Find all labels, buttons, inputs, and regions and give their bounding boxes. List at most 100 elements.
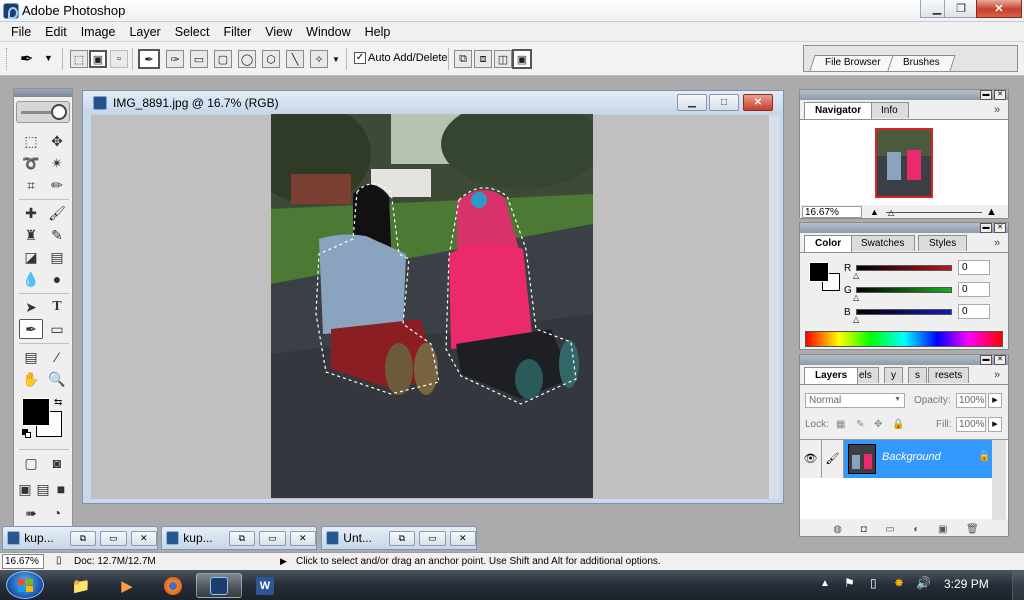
- close-icon[interactable]: ✕: [130, 530, 158, 546]
- tab-actions[interactable]: s: [908, 367, 927, 383]
- tab-info[interactable]: Info: [870, 102, 909, 118]
- healing-brush-icon[interactable]: ✚: [19, 203, 43, 223]
- zoom-tool-icon[interactable]: 🔍: [45, 369, 69, 389]
- network-icon[interactable]: ✸: [894, 576, 904, 590]
- tab-styles[interactable]: Styles: [918, 235, 968, 251]
- color-fg-swatch[interactable]: [809, 262, 829, 282]
- doc-minimize-button[interactable]: ▁: [677, 94, 707, 111]
- tab-layers[interactable]: Layers: [804, 367, 859, 384]
- menu-window[interactable]: Window: [299, 25, 357, 39]
- minimized-doc-1[interactable]: kup... ⧉ ▭ ✕: [2, 526, 158, 550]
- zoom-out-icon[interactable]: ▲: [870, 207, 879, 217]
- fill-field[interactable]: 100%: [956, 417, 986, 432]
- menu-select[interactable]: Select: [168, 25, 217, 39]
- restore-icon[interactable]: ⧉: [69, 530, 97, 546]
- document-title-bar[interactable]: IMG_8891.jpg @ 16.7% (RGB) ▁ □ ✕: [83, 91, 783, 115]
- move-tool-icon[interactable]: ✥: [45, 131, 69, 151]
- menu-file[interactable]: File: [4, 25, 38, 39]
- panel-menu-icon[interactable]: »: [994, 104, 1000, 116]
- panel-close-button[interactable]: ✕: [994, 223, 1006, 233]
- opacity-slider-button[interactable]: ▶: [988, 393, 1002, 408]
- line-shape-icon[interactable]: ╲: [286, 50, 304, 68]
- polygon-shape-icon[interactable]: ⬡: [262, 50, 280, 68]
- layer-row-background[interactable]: 👁 🖌 Background 🔒: [800, 440, 992, 478]
- taskbar-photoshop[interactable]: [196, 573, 242, 598]
- foreground-color-swatch[interactable]: [22, 398, 50, 426]
- blend-mode-select[interactable]: Normal ▼: [805, 393, 905, 408]
- minimized-doc-2[interactable]: kup... ⧉ ▭ ✕: [161, 526, 317, 550]
- ellipse-shape-icon[interactable]: ◯: [238, 50, 256, 68]
- color-panel-title-bar[interactable]: [800, 223, 1008, 233]
- restore-icon[interactable]: ⧉: [228, 530, 256, 546]
- shape-tool-icon[interactable]: ▭: [45, 319, 69, 339]
- gradient-tool-icon[interactable]: ▤: [45, 247, 69, 267]
- shape-layers-icon[interactable]: ⬚: [70, 50, 88, 68]
- channel-r-handle[interactable]: △: [853, 271, 859, 280]
- color-ramp[interactable]: [805, 331, 1003, 347]
- path-subtract-icon[interactable]: ⧈: [474, 50, 492, 68]
- tab-navigator[interactable]: Navigator: [804, 102, 873, 119]
- panel-minimize-button[interactable]: ▬: [980, 355, 992, 365]
- tab-tool-presets[interactable]: resets: [928, 367, 970, 383]
- action-center-flag-icon[interactable]: ⚑: [844, 576, 855, 590]
- rounded-rectangle-icon[interactable]: ▢: [214, 50, 232, 68]
- panel-menu-icon[interactable]: »: [994, 237, 1000, 249]
- blur-tool-icon[interactable]: 💧: [19, 269, 43, 289]
- path-exclude-icon[interactable]: ▣: [512, 49, 532, 69]
- menu-filter[interactable]: Filter: [216, 25, 258, 39]
- pen-tool-icon[interactable]: ✒: [138, 49, 160, 69]
- zoom-slider-handle[interactable]: △: [888, 208, 894, 217]
- freeform-pen-icon[interactable]: ✑: [166, 50, 184, 68]
- battery-icon[interactable]: ▯: [870, 576, 877, 590]
- dodge-tool-icon[interactable]: ●: [45, 269, 69, 289]
- opacity-field[interactable]: 100%: [956, 393, 986, 408]
- channel-r-value[interactable]: 0: [958, 260, 990, 275]
- channel-g-value[interactable]: 0: [958, 282, 990, 297]
- chevron-down-icon[interactable]: ▼: [44, 53, 53, 63]
- taskbar-firefox[interactable]: [150, 573, 196, 598]
- notes-tool-icon[interactable]: ▤: [19, 347, 43, 367]
- show-hidden-icons-icon[interactable]: ▲: [820, 578, 830, 589]
- panel-close-button[interactable]: ✕: [994, 355, 1006, 365]
- custom-shape-icon[interactable]: ✧: [310, 50, 328, 68]
- eyedropper-icon[interactable]: ⁄: [45, 347, 69, 367]
- lock-all-icon[interactable]: 🔒: [892, 419, 904, 430]
- default-colors-icon[interactable]: [22, 429, 32, 439]
- path-add-icon[interactable]: ⧉: [454, 50, 472, 68]
- new-layer-icon[interactable]: ▣: [938, 524, 947, 535]
- channel-g-handle[interactable]: △: [853, 293, 859, 302]
- rectangle-shape-icon[interactable]: ▭: [190, 50, 208, 68]
- lock-transparency-icon[interactable]: ▦: [836, 419, 845, 430]
- layer-name[interactable]: Background: [882, 451, 941, 463]
- taskbar-media-player[interactable]: ▶: [104, 573, 150, 598]
- auto-add-delete-checkbox[interactable]: ✓: [354, 52, 366, 64]
- status-menu-arrow-icon[interactable]: ▶: [280, 556, 287, 567]
- canvas-image[interactable]: [271, 114, 593, 498]
- brush-tool-icon[interactable]: 🖌: [45, 203, 69, 223]
- options-grip[interactable]: [6, 48, 10, 70]
- panel-minimize-button[interactable]: ▬: [980, 223, 992, 233]
- lock-image-icon[interactable]: ✎: [856, 419, 864, 430]
- imageready-icon[interactable]: ◔: [45, 503, 69, 523]
- channel-b-slider[interactable]: [856, 309, 952, 315]
- toolbox-title-bar[interactable]: [14, 89, 72, 97]
- hand-tool-icon[interactable]: ✋: [19, 369, 43, 389]
- navigator-zoom-field[interactable]: 16.67%: [802, 206, 862, 218]
- menu-help[interactable]: Help: [358, 25, 398, 39]
- history-brush-icon[interactable]: ✎: [45, 225, 69, 245]
- fill-slider-button[interactable]: ▶: [988, 417, 1002, 432]
- channel-b-value[interactable]: 0: [958, 304, 990, 319]
- close-icon[interactable]: ✕: [449, 530, 477, 546]
- tab-swatches[interactable]: Swatches: [850, 235, 916, 251]
- minimized-doc-3[interactable]: Unt... ⧉ ▭ ✕: [321, 526, 477, 550]
- lock-position-icon[interactable]: ✥: [874, 419, 882, 430]
- path-selection-icon[interactable]: ➤: [19, 297, 43, 317]
- volume-icon[interactable]: 🔊: [916, 576, 931, 590]
- tab-color[interactable]: Color: [804, 235, 853, 252]
- swap-colors-icon[interactable]: ⇆: [54, 397, 62, 408]
- zoom-in-icon[interactable]: ▲: [986, 206, 997, 218]
- menu-view[interactable]: View: [258, 25, 299, 39]
- chevron-down-icon[interactable]: ▼: [332, 55, 340, 64]
- taskbar-word[interactable]: W: [242, 573, 288, 598]
- magic-wand-icon[interactable]: ✴: [45, 153, 69, 173]
